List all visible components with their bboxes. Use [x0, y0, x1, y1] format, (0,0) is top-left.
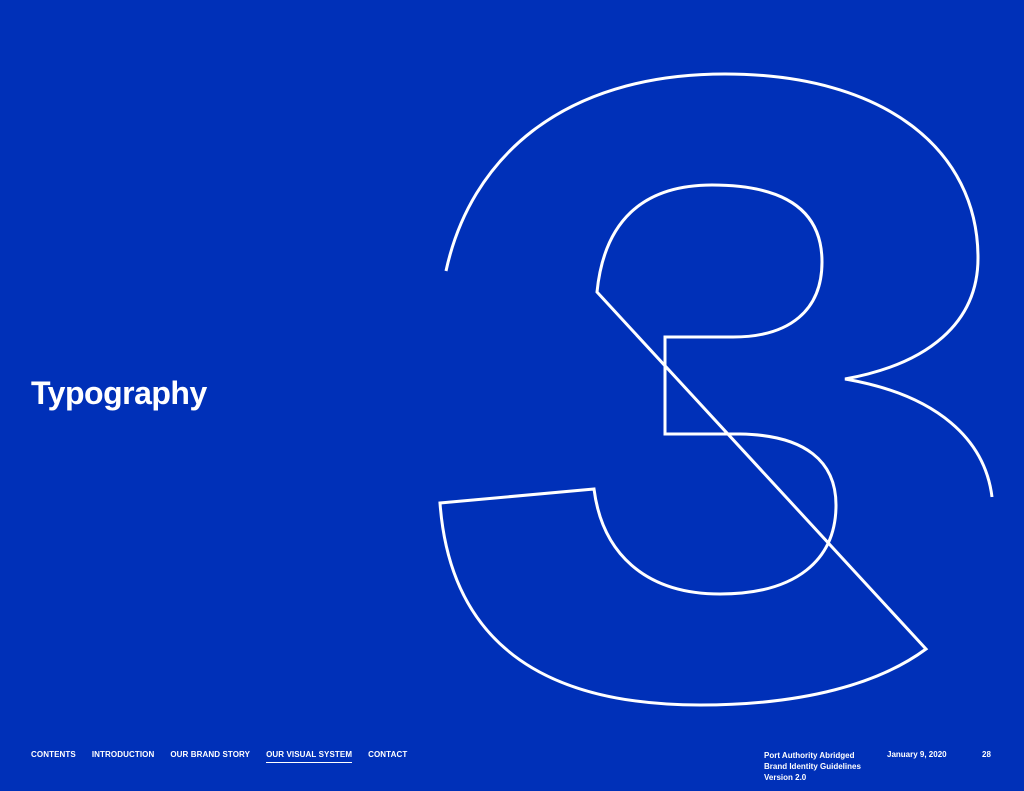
- page-number: 28: [982, 750, 991, 759]
- doc-version: Version 2.0: [764, 773, 807, 782]
- footer-nav: CONTENTS INTRODUCTION OUR BRAND STORY OU…: [31, 750, 407, 763]
- document-date: January 9, 2020: [887, 750, 947, 759]
- doc-title-line1: Port Authority Abridged: [764, 751, 855, 760]
- nav-contents[interactable]: CONTENTS: [31, 750, 76, 763]
- nav-our-visual-system[interactable]: OUR VISUAL SYSTEM: [266, 750, 353, 763]
- doc-title-line2: Brand Identity Guidelines: [764, 762, 861, 771]
- nav-our-brand-story[interactable]: OUR BRAND STORY: [170, 750, 250, 763]
- section-title: Typography: [31, 375, 207, 411]
- nav-contact[interactable]: CONTACT: [368, 750, 407, 763]
- document-info: Port Authority Abridged Brand Identity G…: [764, 750, 861, 783]
- nav-introduction[interactable]: INTRODUCTION: [92, 750, 155, 763]
